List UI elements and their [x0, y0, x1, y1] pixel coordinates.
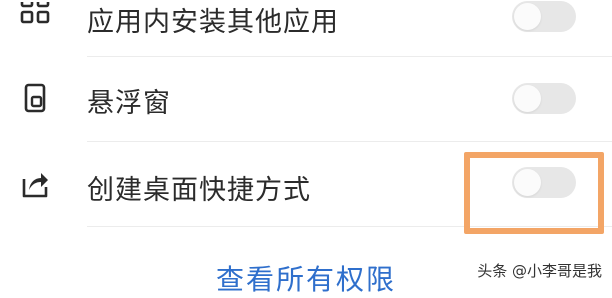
setting-row-floating-window[interactable]: 悬浮窗 [0, 57, 612, 141]
grid-apps-icon [20, 2, 50, 32]
floating-window-icon [20, 83, 50, 113]
highlight-box [464, 152, 604, 234]
setting-label: 悬浮窗 [87, 88, 171, 119]
setting-label: 创建桌面快捷方式 [87, 175, 311, 206]
toggle-knob [514, 3, 541, 30]
share-export-icon [20, 169, 50, 199]
watermark-text: 头条 @小李哥是我 [477, 262, 602, 280]
setting-row-install-other-apps[interactable]: 应用内安装其他应用 [0, 0, 612, 56]
setting-label: 应用内安装其他应用 [87, 7, 339, 38]
floating-window-toggle[interactable] [512, 83, 576, 114]
toggle-knob [514, 85, 541, 112]
install-other-apps-toggle[interactable] [512, 1, 576, 32]
